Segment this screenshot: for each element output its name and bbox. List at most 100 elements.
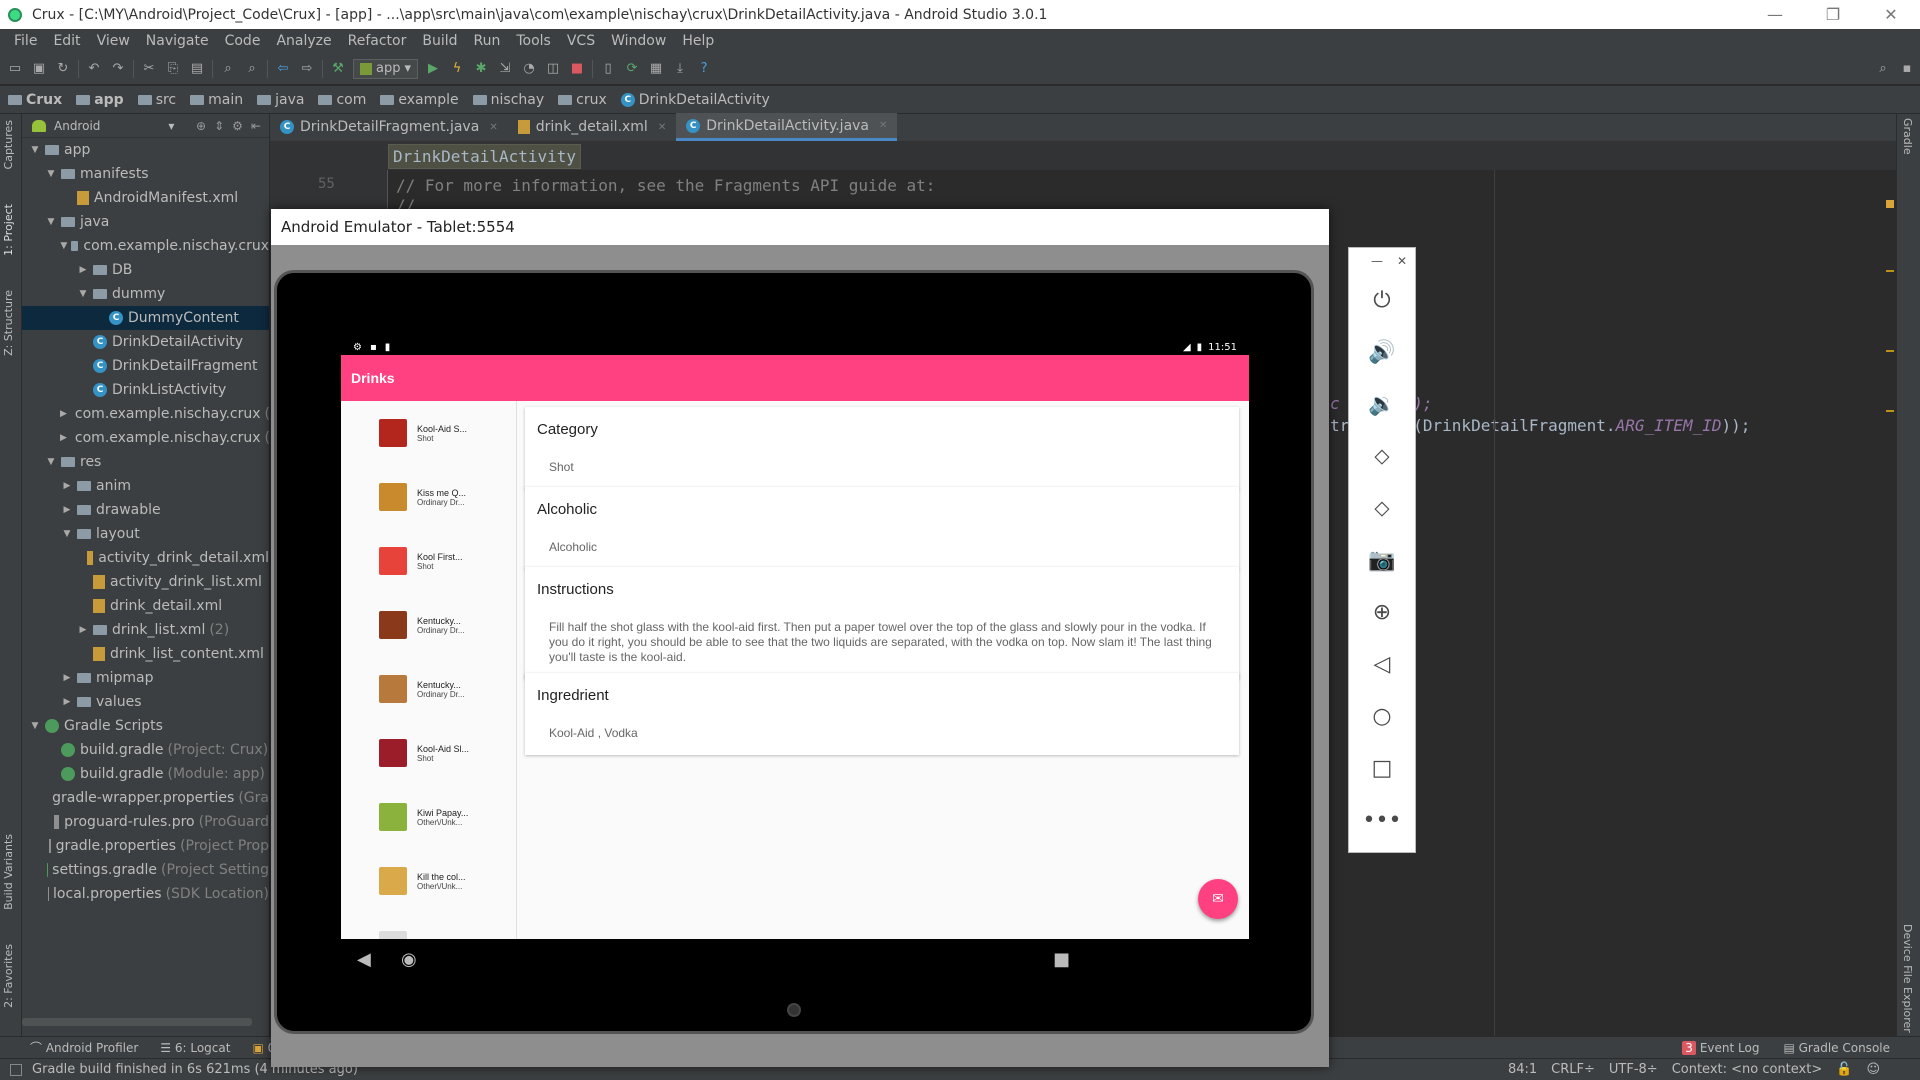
rotate-left-button[interactable]: ⬦ bbox=[1349, 430, 1415, 482]
tree-item[interactable]: drink_detail.xml bbox=[22, 594, 269, 618]
tree-item[interactable]: ▶ mipmap bbox=[22, 666, 269, 690]
help-icon[interactable]: ? bbox=[695, 60, 713, 78]
close-icon[interactable]: ✕ bbox=[1397, 254, 1407, 268]
drink-list-item[interactable]: Kiss me Q... Ordinary Dr... bbox=[341, 465, 516, 529]
menu-file[interactable]: File bbox=[6, 33, 45, 49]
volume-up-button[interactable]: 🔊 bbox=[1349, 326, 1415, 378]
tab-drink-detail-fragment[interactable]: C DrinkDetailFragment.java ✕ bbox=[270, 113, 508, 141]
menu-refactor[interactable]: Refactor bbox=[340, 33, 415, 49]
chevron-right-icon[interactable]: ▶ bbox=[60, 409, 67, 419]
rotate-right-button[interactable]: ⬦ bbox=[1349, 482, 1415, 534]
redo-icon[interactable]: ↷ bbox=[109, 60, 127, 78]
tree-item[interactable]: ▼ manifests bbox=[22, 162, 269, 186]
maximize-button[interactable]: ❐ bbox=[1804, 0, 1862, 29]
project-structure-icon[interactable]: ▦ bbox=[647, 60, 665, 78]
file-encoding[interactable]: UTF-8÷ bbox=[1609, 1062, 1658, 1077]
chevron-right-icon[interactable]: ▶ bbox=[60, 505, 74, 515]
overview-button[interactable]: □ bbox=[1349, 742, 1415, 794]
power-button[interactable]: ⏻ bbox=[1349, 274, 1415, 326]
debug-icon[interactable]: ✱ bbox=[472, 60, 490, 78]
tab-gradle-console[interactable]: ▤ Gradle Console bbox=[1783, 1041, 1890, 1055]
tab-build-variants[interactable]: Build Variants bbox=[2, 834, 15, 910]
tree-item[interactable]: build.gradle (Project: Crux) bbox=[22, 738, 269, 762]
tree-item[interactable]: ▼ app bbox=[22, 138, 269, 162]
home-icon[interactable]: ◉ bbox=[401, 949, 417, 970]
hector-icon[interactable]: ☺ bbox=[1866, 1062, 1880, 1077]
tree-item[interactable]: ▶ values bbox=[22, 690, 269, 714]
line-separator[interactable]: CRLF÷ bbox=[1551, 1062, 1595, 1077]
tab-project[interactable]: 1: Project bbox=[2, 204, 15, 256]
sdk-manager-icon[interactable]: ⤓ bbox=[671, 60, 689, 78]
menu-window[interactable]: Window bbox=[603, 33, 674, 49]
warning-marker[interactable] bbox=[1886, 410, 1894, 412]
breadcrumb-item[interactable]: Crux bbox=[8, 92, 62, 108]
drink-list-item[interactable]: Limeade bbox=[341, 913, 516, 939]
caret-position[interactable]: 84:1 bbox=[1508, 1062, 1537, 1077]
warning-marker[interactable] bbox=[1886, 270, 1894, 272]
back-nav-icon[interactable]: ⇦ bbox=[274, 60, 292, 78]
class-breadcrumb-label[interactable]: DrinkDetailActivity bbox=[388, 143, 582, 169]
tree-item[interactable]: settings.gradle (Project Setting bbox=[22, 858, 269, 882]
close-icon[interactable]: ✕ bbox=[658, 122, 666, 133]
collapse-all-icon[interactable]: ⇕ bbox=[214, 119, 224, 133]
attach-debugger-icon[interactable]: ⇲ bbox=[496, 60, 514, 78]
drink-list-item[interactable]: Kool-Aid S... Shot bbox=[341, 401, 516, 465]
hide-panel-icon[interactable]: ⇤ bbox=[251, 119, 261, 133]
tab-captures[interactable]: Captures bbox=[2, 120, 15, 169]
tab-event-log[interactable]: 3 Event Log bbox=[1682, 1040, 1759, 1055]
chevron-down-icon[interactable]: ▼ bbox=[28, 721, 42, 731]
breadcrumb-item[interactable]: crux bbox=[558, 92, 607, 108]
menu-build[interactable]: Build bbox=[414, 33, 465, 49]
tree-item[interactable]: ▼ layout bbox=[22, 522, 269, 546]
tree-item[interactable]: activity_drink_detail.xml bbox=[22, 546, 269, 570]
cut-icon[interactable]: ✂ bbox=[140, 60, 158, 78]
chevron-right-icon[interactable]: ▶ bbox=[60, 673, 74, 683]
tree-item[interactable]: ▶ drawable bbox=[22, 498, 269, 522]
menu-run[interactable]: Run bbox=[466, 33, 509, 49]
menu-tools[interactable]: Tools bbox=[508, 33, 559, 49]
horizontal-scrollbar[interactable] bbox=[22, 1018, 252, 1026]
tab-drink-detail-xml[interactable]: drink_detail.xml ✕ bbox=[508, 113, 677, 141]
drink-list-item[interactable]: Kool First... Shot bbox=[341, 529, 516, 593]
project-view-mode[interactable]: Android bbox=[54, 119, 100, 133]
chevron-down-icon[interactable]: ▼ bbox=[60, 529, 74, 539]
tree-item[interactable]: build.gradle (Module: app) bbox=[22, 762, 269, 786]
save-all-icon[interactable]: ▣ bbox=[30, 60, 48, 78]
menu-navigate[interactable]: Navigate bbox=[138, 33, 217, 49]
copy-icon[interactable]: ⎘ bbox=[164, 60, 182, 78]
back-button[interactable]: ◁ bbox=[1349, 638, 1415, 690]
device-screen[interactable]: ⚙ ▪ ▮ ◢ ▮ 11:51 Drinks Kool-Aid S... Shot… bbox=[341, 339, 1249, 939]
zoom-button[interactable]: ⊕ bbox=[1349, 586, 1415, 638]
warning-marker[interactable] bbox=[1886, 200, 1894, 208]
profile-icon[interactable]: ◔ bbox=[520, 60, 538, 78]
stop-icon[interactable]: ■ bbox=[568, 60, 586, 78]
paste-icon[interactable]: ▤ bbox=[188, 60, 206, 78]
chevron-down-icon[interactable]: ▼ bbox=[28, 145, 42, 155]
tree-item[interactable]: drink_list_content.xml bbox=[22, 642, 269, 666]
tree-item[interactable]: gradle.properties (Project Prop bbox=[22, 834, 269, 858]
tree-item[interactable]: ▶ drink_list.xml (2) bbox=[22, 618, 269, 642]
breadcrumb-item[interactable]: nischay bbox=[472, 92, 544, 108]
menu-vcs[interactable]: VCS bbox=[559, 33, 603, 49]
chevron-down-icon[interactable]: ▾ bbox=[168, 119, 174, 133]
run-icon[interactable]: ▶ bbox=[424, 60, 442, 78]
tree-item[interactable]: ▼ Gradle Scripts bbox=[22, 714, 269, 738]
tab-android-profiler[interactable]: ⌒ Android Profiler bbox=[30, 1039, 138, 1056]
menu-analyze[interactable]: Analyze bbox=[268, 33, 339, 49]
breadcrumb-item[interactable]: com bbox=[318, 92, 366, 108]
undo-icon[interactable]: ↶ bbox=[85, 60, 103, 78]
chevron-right-icon[interactable]: ▶ bbox=[76, 265, 90, 275]
drink-list-item[interactable]: Kill the col... Other\/Unk... bbox=[341, 849, 516, 913]
context-indicator[interactable]: Context: <no context> bbox=[1672, 1062, 1823, 1077]
tree-item[interactable]: C DrinkDetailFragment bbox=[22, 354, 269, 378]
chevron-right-icon[interactable]: ▶ bbox=[60, 697, 74, 707]
drink-list-item[interactable]: Kool-Aid Sl... Shot bbox=[341, 721, 516, 785]
tree-item[interactable]: ▼ res bbox=[22, 450, 269, 474]
tree-item[interactable]: ▼ java bbox=[22, 210, 269, 234]
drinks-list[interactable]: Kool-Aid S... Shot Kiss me Q... Ordinary Dr… bbox=[341, 401, 517, 939]
coverage-icon[interactable]: ◫ bbox=[544, 60, 562, 78]
sync-target-icon[interactable]: ⊕ bbox=[196, 119, 206, 133]
screenshot-button[interactable]: 📷 bbox=[1349, 534, 1415, 586]
tree-item[interactable]: gradle-wrapper.properties (Gra bbox=[22, 786, 269, 810]
menu-view[interactable]: View bbox=[89, 33, 138, 49]
